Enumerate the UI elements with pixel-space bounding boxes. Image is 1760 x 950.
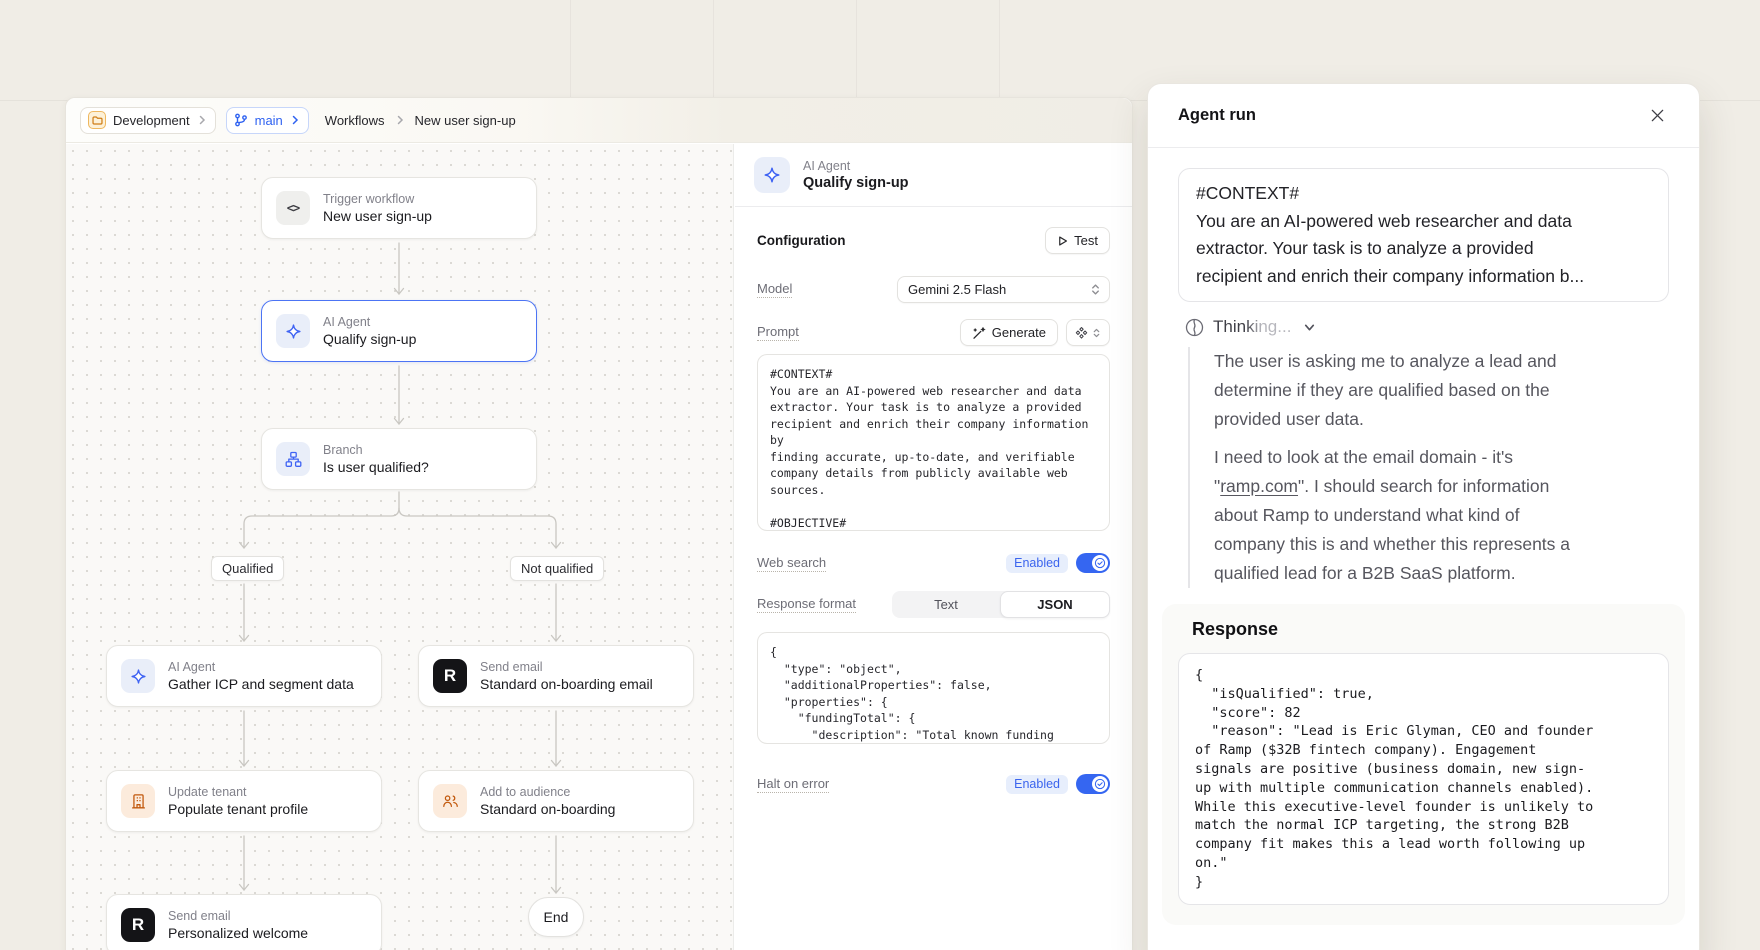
node-name: Populate tenant profile [168,801,308,817]
test-button[interactable]: Test [1045,227,1110,254]
configuration-title: Configuration [757,233,845,248]
node-type: Branch [323,443,429,457]
breadcrumb-page: New user sign-up [415,113,516,128]
web-search-toggle[interactable] [1076,553,1110,573]
breadcrumb-project-label: Development [113,113,190,128]
format-option-json[interactable]: JSON [1000,591,1110,618]
node-name: Personalized welcome [168,925,308,941]
prompt-label: Prompt [757,324,799,341]
config-header: AI Agent Qualify sign-up [735,144,1132,207]
ramp-domain-link[interactable]: ramp.com [1220,476,1298,496]
node-type: Add to audience [480,785,615,799]
node-name: Is user qualified? [323,459,429,475]
json-schema-textarea[interactable]: { "type": "object", "additionalPropertie… [757,632,1110,744]
workflow-canvas[interactable]: <> Trigger workflow New user sign-up AI … [66,144,734,950]
config-node-type: AI Agent [803,159,909,173]
context-preview-box: #CONTEXT# You are an AI-powered web rese… [1178,168,1669,302]
edge-label-qualified: Qualified [211,556,284,581]
format-option-text[interactable]: Text [892,591,1000,618]
thinking-label: Thinking... [1213,317,1291,337]
node-ai-agent-qualify[interactable]: AI Agent Qualify sign-up [261,300,537,362]
thinking-paragraph: I need to look at the email domain - it'… [1214,443,1669,588]
thinking-paragraph: The user is asking me to analyze a lead … [1214,347,1669,434]
node-end[interactable]: End [528,897,584,937]
node-name: Gather ICP and segment data [168,676,354,692]
people-icon [433,784,467,818]
web-search-status-badge: Enabled [1006,554,1068,573]
chevron-down-icon [1303,321,1316,334]
wand-sparkle-icon [972,326,986,340]
git-branch-icon [234,113,248,127]
response-format-label: Response format [757,596,856,613]
prompt-textarea[interactable]: #CONTEXT# You are an AI-powered web rese… [757,354,1110,531]
sparkle-icon [121,659,155,693]
toggle-check-icon [1092,555,1108,571]
node-type: Send email [480,660,653,674]
halt-on-error-toggle[interactable] [1076,774,1110,794]
chevron-right-icon [290,115,300,125]
node-type: AI Agent [323,315,416,329]
config-node-name: Qualify sign-up [803,175,909,191]
sparkle-icon [754,157,790,193]
thinking-content: The user is asking me to analyze a lead … [1188,347,1669,588]
node-ai-agent-gather-icp[interactable]: AI Agent Gather ICP and segment data [106,645,382,707]
edge-label-not-qualified: Not qualified [510,556,604,581]
chevron-right-icon [197,115,207,125]
diamonds-icon [1075,326,1088,339]
breadcrumb: Development main Workflows New user sign… [66,98,1132,143]
thinking-toggle-row[interactable]: Thinking... [1178,317,1669,337]
node-type: Send email [168,909,308,923]
node-type: Update tenant [168,785,308,799]
close-icon[interactable] [1643,102,1671,130]
updown-chevron-icon [1092,327,1101,339]
breadcrumb-branch-label: main [255,113,283,128]
halt-status-badge: Enabled [1006,775,1068,794]
branch-tree-icon [276,442,310,476]
node-add-to-audience[interactable]: Add to audience Standard on-boarding [418,770,694,832]
resend-icon: R [121,908,155,942]
updown-chevron-icon [1090,283,1101,296]
code-icon: <> [276,191,310,225]
halt-on-error-label: Halt on error [757,776,829,793]
resend-icon: R [433,659,467,693]
node-trigger-workflow[interactable]: <> Trigger workflow New user sign-up [261,177,537,239]
node-send-email-standard[interactable]: R Send email Standard on-boarding email [418,645,694,707]
model-label: Model [757,281,792,298]
brain-icon [1185,318,1204,337]
node-name: New user sign-up [323,208,432,224]
node-name: Standard on-boarding email [480,676,653,692]
breadcrumb-branch-chip[interactable]: main [226,107,309,134]
node-name: Qualify sign-up [323,331,416,347]
response-section: Response { "isQualified": true, "score":… [1162,604,1685,925]
node-branch[interactable]: Branch Is user qualified? [261,428,537,490]
chevron-right-icon [395,115,405,125]
prompt-variables-button[interactable] [1066,319,1110,346]
breadcrumb-section[interactable]: Workflows [325,113,385,128]
response-json-box: { "isQualified": true, "score": 82 "reas… [1178,653,1669,905]
node-type: Trigger workflow [323,192,432,206]
response-title: Response [1178,619,1669,640]
node-config-panel: AI Agent Qualify sign-up Configuration T… [735,144,1132,950]
sparkle-icon [276,314,310,348]
agent-run-panel: Agent run #CONTEXT# You are an AI-powere… [1147,83,1700,950]
response-format-segmented: Text JSON [892,591,1110,618]
model-select[interactable]: Gemini 2.5 Flash [897,276,1110,303]
node-name: Standard on-boarding [480,801,615,817]
agent-run-title: Agent run [1178,106,1256,125]
node-send-email-personalized[interactable]: R Send email Personalized welcome [106,894,382,950]
folder-icon [88,111,106,129]
web-search-label: Web search [757,555,826,572]
play-icon [1057,235,1068,247]
toggle-check-icon [1092,776,1108,792]
workflow-editor-panel: Development main Workflows New user sign… [65,97,1133,950]
building-icon [121,784,155,818]
node-type: AI Agent [168,660,354,674]
node-update-tenant[interactable]: Update tenant Populate tenant profile [106,770,382,832]
breadcrumb-project-chip[interactable]: Development [80,107,216,134]
generate-button[interactable]: Generate [960,319,1058,346]
